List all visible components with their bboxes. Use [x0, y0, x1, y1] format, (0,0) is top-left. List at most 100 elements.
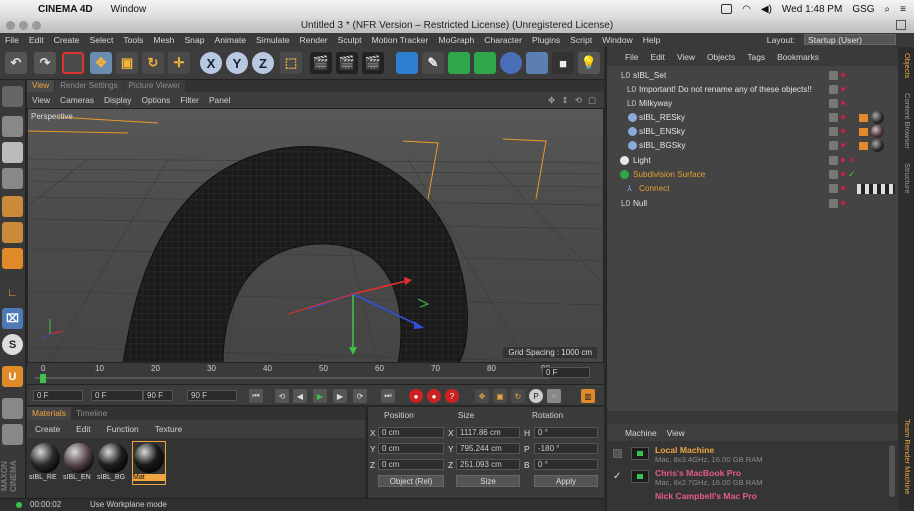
minimize-window-button[interactable] [19, 21, 28, 30]
side-tab-team-render-machine[interactable]: Team Render Machine [900, 419, 912, 494]
render-machine-scrollbar[interactable] [889, 445, 895, 497]
edges-mode-icon[interactable] [2, 222, 23, 243]
key-pla-icon[interactable]: ⁘ [547, 389, 561, 403]
playhead[interactable] [40, 374, 46, 383]
menu-sculpt[interactable]: Sculpt [333, 35, 367, 45]
rot-h-field[interactable]: 0 ° [534, 427, 598, 438]
om-menu-objects[interactable]: Objects [701, 52, 741, 62]
menu-animate[interactable]: Animate [210, 35, 252, 45]
camera-icon[interactable]: ■ [552, 52, 574, 74]
light-bulb-icon[interactable]: 💡 [578, 52, 600, 74]
app-menu[interactable]: CINEMA 4D [38, 4, 93, 15]
object-visibility[interactable] [829, 113, 845, 122]
auto-key-icon[interactable]: ● [427, 389, 441, 403]
recent-tool-icon[interactable]: ✛ [168, 52, 190, 74]
scale-tool-icon[interactable]: ▣ [116, 52, 138, 74]
pos-y-field[interactable]: 0 cm [378, 443, 444, 454]
material-tag-icon[interactable] [871, 139, 884, 152]
make-editable-icon[interactable] [2, 86, 23, 107]
size-y-field[interactable]: 795.244 cm [456, 443, 520, 454]
tab-render-settings[interactable]: Render Settings [55, 80, 123, 92]
timeline-window-icon[interactable]: ▥ [581, 389, 595, 403]
machine-checkbox[interactable] [613, 449, 622, 458]
material-swatch[interactable]: sIBL_BG [97, 442, 129, 484]
pos-x-field[interactable]: 0 cm [378, 427, 444, 438]
axis-mode-icon[interactable]: ∟ [2, 282, 23, 303]
phong-tag-icon[interactable] [857, 184, 895, 194]
menu-script[interactable]: Script [565, 35, 597, 45]
cube-icon[interactable] [396, 52, 418, 74]
menu-snap[interactable]: Snap [179, 35, 209, 45]
coordinate-mode-dropdown[interactable]: Object (Rel) [378, 475, 444, 487]
rot-b-field[interactable]: 0 ° [534, 459, 598, 470]
material-tag-icon[interactable] [871, 111, 884, 124]
menu-tools[interactable]: Tools [118, 35, 148, 45]
vp-menu-options[interactable]: Options [136, 95, 175, 105]
object-row[interactable]: Light ✕ [607, 154, 899, 168]
pos-z-field[interactable]: 0 cm [378, 459, 444, 470]
mat-menu-edit[interactable]: Edit [68, 424, 98, 434]
object-row[interactable]: sIBL_RESky [607, 111, 899, 125]
machine-row[interactable]: Local Machine Mac, 8x3.4GHz, 16.00 GB RA… [607, 443, 887, 466]
vp-menu-filter[interactable]: Filter [175, 95, 204, 105]
render-settings-icon[interactable]: 🎬 [362, 52, 384, 74]
points-mode-icon[interactable] [2, 196, 23, 217]
user-name[interactable]: GSG [852, 4, 874, 15]
clock[interactable]: Wed 1:48 PM [782, 4, 842, 15]
material-tag-icon[interactable] [871, 125, 884, 138]
cloner-icon[interactable] [474, 52, 496, 74]
menu-edit[interactable]: Edit [24, 35, 49, 45]
menu-character[interactable]: Character [479, 35, 527, 45]
om-menu-edit[interactable]: Edit [645, 52, 671, 62]
rotate-tool-icon[interactable]: ↻ [142, 52, 164, 74]
texture-tag-icon[interactable] [859, 128, 868, 136]
texture-mode-icon[interactable] [2, 142, 23, 163]
menu-help[interactable]: Help [638, 35, 666, 45]
step-forward-icon[interactable]: ▶ [333, 389, 347, 403]
vp-menu-view[interactable]: View [27, 95, 55, 105]
move-tool-icon[interactable]: ✥ [90, 52, 112, 74]
apply-button[interactable]: Apply [534, 475, 598, 487]
material-swatch[interactable]: sIBL_RE [29, 442, 61, 484]
prev-key-icon[interactable]: ⟲ [275, 389, 289, 403]
xpresso-icon[interactable] [2, 398, 23, 419]
machine-row[interactable]: Nick Campbell's Mac Pro [607, 489, 887, 511]
size-z-field[interactable]: 251.093 cm [456, 459, 520, 470]
rot-p-field[interactable]: -180 ° [534, 443, 598, 454]
timeline-end-field[interactable]: 0 F [542, 367, 590, 378]
menu-simulate[interactable]: Simulate [251, 35, 294, 45]
size-x-field[interactable]: 1117.86 cm [456, 427, 520, 438]
size-mode-dropdown[interactable]: Size [456, 475, 520, 487]
object-visibility[interactable] [829, 99, 845, 108]
x-axis-lock[interactable]: X [200, 52, 222, 74]
vp-menu-panel[interactable]: Panel [204, 95, 235, 105]
3d-viewport[interactable]: Perspective Grid Spacing : 1000 cm [27, 108, 604, 363]
key-parameter-icon[interactable]: P [529, 389, 543, 403]
object-row[interactable]: L0 Important! Do not rename any of these… [607, 83, 899, 97]
min-frame-field[interactable]: 0 F [91, 390, 143, 401]
z-axis-lock[interactable]: Z [252, 52, 274, 74]
menu-create[interactable]: Create [49, 35, 85, 45]
texture-tag-icon[interactable] [859, 114, 868, 122]
key-rotation-icon[interactable]: ↻ [511, 389, 525, 403]
object-visibility[interactable] [829, 71, 845, 80]
object-row-selected[interactable]: Subdivision Surface ✓ [607, 168, 899, 182]
object-visibility[interactable] [829, 141, 845, 150]
object-visibility[interactable] [829, 199, 845, 208]
object-visibility[interactable] [829, 127, 845, 136]
current-frame-field[interactable]: 0 F [33, 390, 83, 401]
magnet-icon[interactable]: U [2, 366, 23, 387]
next-key-icon[interactable]: ⟳ [353, 389, 367, 403]
step-back-icon[interactable]: ◀ [293, 389, 307, 403]
viewport-nav-icons[interactable]: ✥ ⇕ ⟲ ▢ [543, 95, 604, 105]
workplane-mode-icon[interactable] [2, 168, 23, 189]
end-frame-field[interactable]: 90 F [187, 390, 237, 401]
object-visibility[interactable] [829, 184, 845, 193]
menu-motion-tracker[interactable]: Motion Tracker [367, 35, 434, 45]
object-row[interactable]: sIBL_ENSky [607, 125, 899, 139]
play-icon[interactable]: ▶ [313, 389, 327, 403]
om-menu-tags[interactable]: Tags [741, 52, 771, 62]
object-row[interactable]: sIBL_BGSky [607, 139, 899, 153]
side-tab-objects[interactable]: Objects [900, 53, 912, 78]
fullscreen-icon[interactable] [896, 20, 906, 30]
